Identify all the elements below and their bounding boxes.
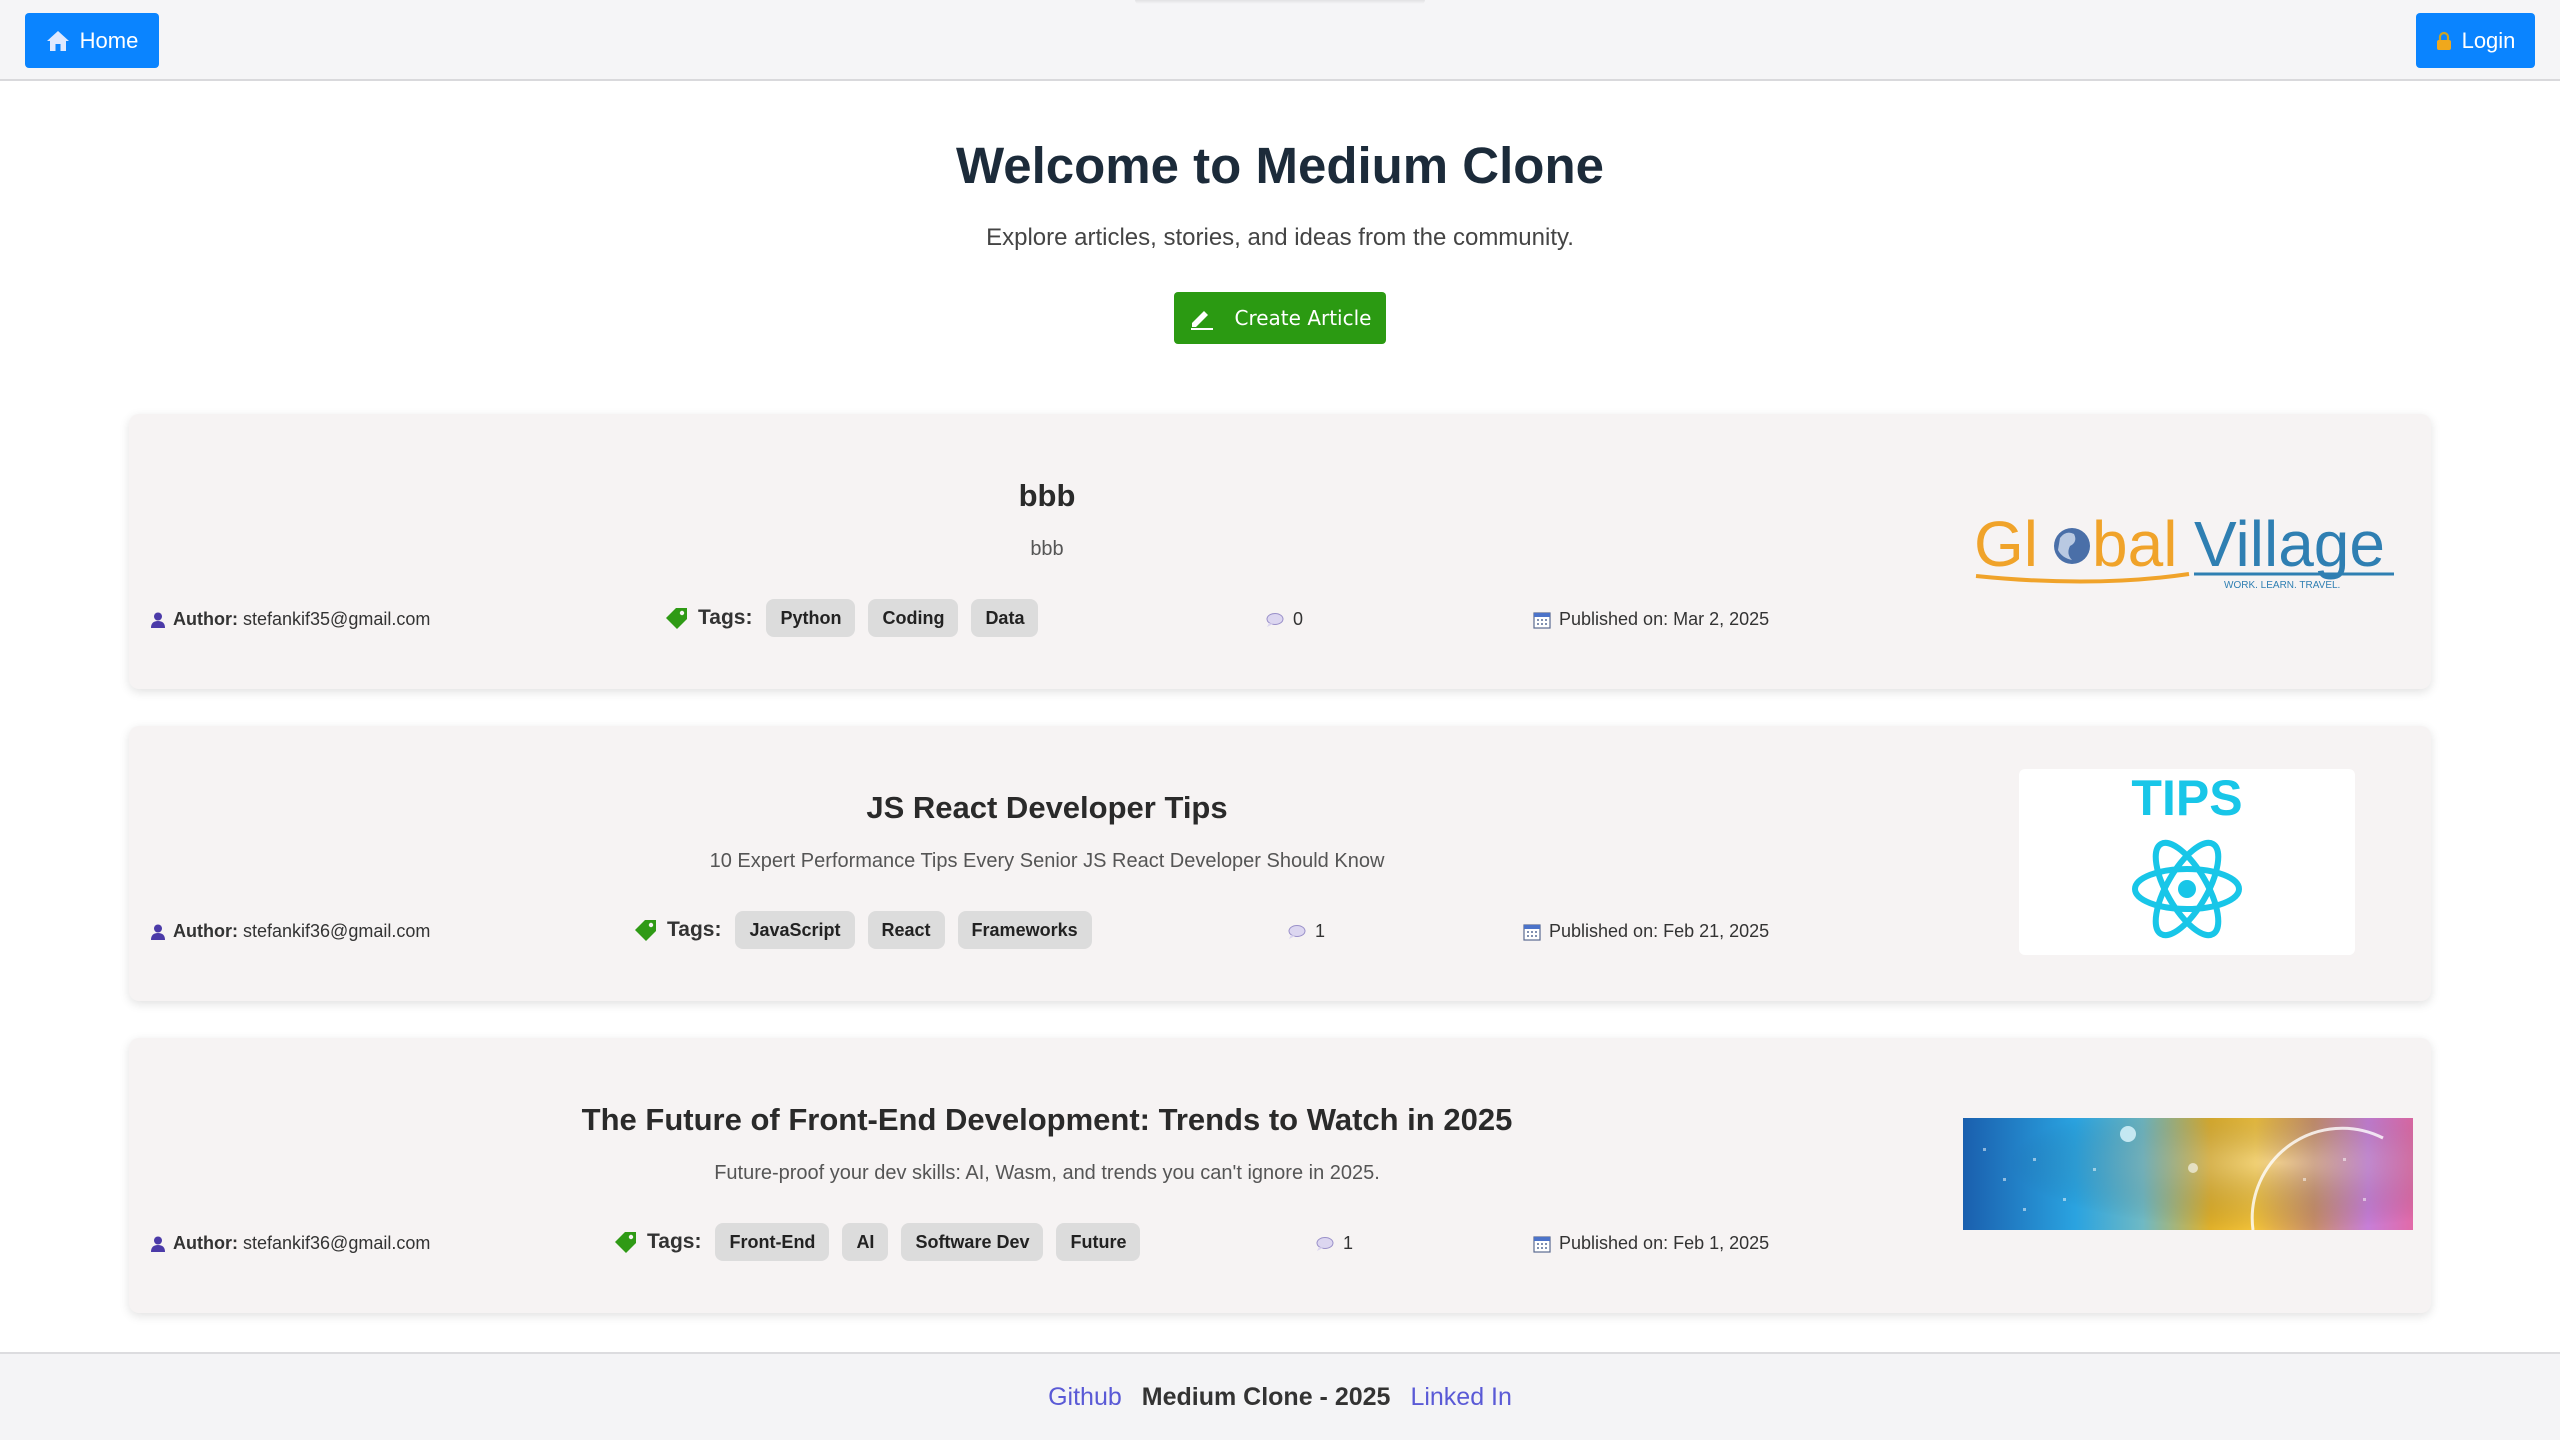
author-email: stefankif36@gmail.com (243, 921, 431, 941)
comment-icon (1266, 612, 1284, 627)
comment-count-value: 1 (1315, 921, 1326, 941)
author-email: stefankif36@gmail.com (243, 1233, 431, 1253)
comment-icon (1288, 924, 1306, 939)
react-tips-image[interactable]: TIPS (2019, 769, 2355, 955)
create-article-label: Create Article (1234, 306, 1372, 330)
home-button[interactable]: Home (25, 13, 159, 68)
tag-chip[interactable]: Software Dev (901, 1223, 1044, 1261)
user-icon (151, 924, 165, 940)
tag-icon (615, 1232, 636, 1253)
article-card[interactable]: bbb bbb Author: stefankif35@gmail.com Ta… (129, 414, 2431, 689)
login-button-label: Login (2461, 27, 2516, 53)
react-logo-icon: TIPS (2131, 770, 2243, 939)
comment-count-value: 1 (1343, 1233, 1354, 1253)
article-tags: Tags: Front-End AI Software Dev Future (613, 1223, 1153, 1261)
tag-icon (666, 608, 687, 629)
tag-chip[interactable]: Front-End (715, 1223, 830, 1261)
tech-abstract-image[interactable] (1963, 1118, 2413, 1230)
article-author: Author: stefankif36@gmail.com (151, 921, 430, 942)
login-button[interactable]: Login (2416, 13, 2535, 68)
tags-label: Tags: (647, 1230, 702, 1253)
svg-text:TIPS: TIPS (2131, 770, 2242, 826)
publish-date: Published on: Feb 21, 2025 (1523, 921, 1769, 942)
article-description: Future-proof your dev skills: AI, Wasm, … (714, 1162, 1380, 1184)
pencil-icon (1190, 311, 1213, 330)
calendar-icon (1523, 923, 1541, 941)
tag-chip[interactable]: Future (1056, 1223, 1141, 1261)
calendar-icon (1533, 1235, 1551, 1253)
author-label: Author: (173, 921, 238, 941)
tags-label: Tags: (698, 606, 753, 629)
home-icon (46, 30, 69, 51)
article-card[interactable]: The Future of Front-End Development: Tre… (129, 1038, 2431, 1313)
linkedin-link[interactable]: Linked In (1410, 1383, 1511, 1412)
publish-date: Published on: Feb 1, 2025 (1533, 1233, 1769, 1254)
publish-date: Published on: Mar 2, 2025 (1533, 609, 1769, 630)
author-label: Author: (173, 1233, 238, 1253)
comment-count-value: 0 (1293, 609, 1304, 629)
user-icon (151, 1236, 165, 1252)
article-title[interactable]: JS React Developer Tips (129, 790, 1965, 826)
create-article-button[interactable]: Create Article (1174, 292, 1386, 344)
comment-icon (1316, 1236, 1334, 1251)
article-tags: Tags: JavaScript React Frameworks (633, 911, 1105, 949)
github-link[interactable]: Github (1048, 1383, 1122, 1412)
svg-text:Gl: Gl (1974, 508, 2038, 580)
article-author: Author: stefankif35@gmail.com (151, 609, 430, 630)
article-description: bbb (1030, 538, 1064, 560)
navbar-shadow (1135, 0, 1425, 4)
article-description: 10 Expert Performance Tips Every Senior … (709, 850, 1385, 872)
global-village-logo-icon: Gl bal Village WORK. LEARN. TRAVEL. (1974, 508, 2394, 590)
calendar-icon (1533, 611, 1551, 629)
publish-date-text: Published on: Feb 21, 2025 (1549, 921, 1770, 941)
comment-count: 0 (1265, 609, 1303, 630)
article-title[interactable]: The Future of Front-End Development: Tre… (129, 1102, 1965, 1138)
tag-chip[interactable]: JavaScript (735, 911, 855, 949)
navbar: Home Login (0, 0, 2560, 81)
page-title: Welcome to Medium Clone (956, 137, 1604, 194)
tag-chip[interactable]: Frameworks (957, 911, 1092, 949)
svg-text:WORK. LEARN. TRAVEL.: WORK. LEARN. TRAVEL. (2224, 580, 2340, 590)
comment-count: 1 (1315, 1233, 1353, 1254)
tag-chip[interactable]: Data (971, 599, 1039, 637)
publish-date-text: Published on: Mar 2, 2025 (1559, 609, 1770, 629)
publish-date-text: Published on: Feb 1, 2025 (1559, 1233, 1770, 1253)
lock-icon (2436, 31, 2451, 50)
article-title[interactable]: bbb (129, 478, 1965, 514)
author-email: stefankif35@gmail.com (243, 609, 431, 629)
footer: Github Medium Clone - 2025 Linked In (0, 1352, 2560, 1440)
page-subtitle: Explore articles, stories, and ideas fro… (986, 224, 1574, 251)
author-label: Author: (173, 609, 238, 629)
svg-text:bal: bal (2092, 508, 2177, 580)
footer-title: Medium Clone - 2025 (1141, 1382, 1391, 1411)
tags-label: Tags: (667, 918, 722, 941)
global-village-image[interactable]: Gl bal Village WORK. LEARN. TRAVEL. (1974, 508, 2408, 590)
tag-chip[interactable]: React (867, 911, 945, 949)
tag-icon (635, 920, 656, 941)
svg-text:Village: Village (2194, 508, 2385, 580)
tag-chip[interactable]: Python (766, 599, 856, 637)
home-button-label: Home (79, 27, 139, 53)
tag-chip[interactable]: AI (842, 1223, 889, 1261)
user-icon (151, 612, 165, 628)
comment-count: 1 (1287, 921, 1325, 942)
tag-chip[interactable]: Coding (868, 599, 959, 637)
tech-abstract-icon (1963, 1118, 2413, 1230)
article-author: Author: stefankif36@gmail.com (151, 1233, 430, 1254)
article-tags: Tags: Python Coding Data (664, 599, 1051, 637)
article-card[interactable]: JS React Developer Tips 10 Expert Perfor… (129, 726, 2431, 1001)
